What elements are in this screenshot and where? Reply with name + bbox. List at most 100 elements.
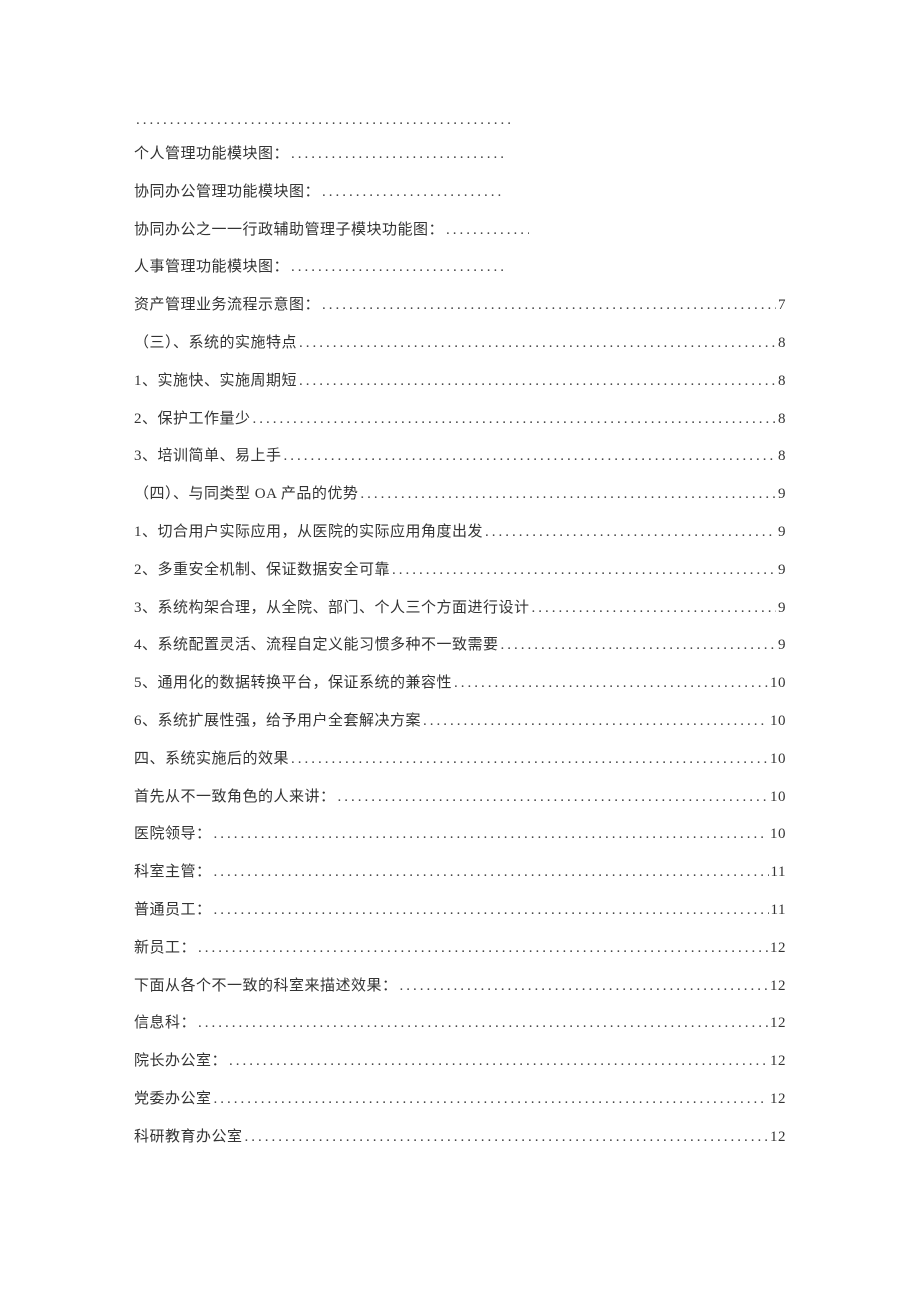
toc-label: 5、通用化的数据转换平台，保证系统的兼容性 (134, 671, 452, 692)
toc-leader-dots (320, 297, 776, 314)
toc-page-number: 12 (768, 1091, 786, 1108)
toc-leader-dots (421, 713, 768, 730)
toc-page-number: 12 (768, 1015, 786, 1032)
toc-entry: （三）、系统的实施特点 8 (134, 331, 786, 369)
toc-page-number: 10 (768, 751, 786, 768)
toc-entry: 5、通用化的数据转换平台，保证系统的兼容性 10 (134, 671, 786, 709)
toc-entry: 四、系统实施后的效果 10 (134, 747, 786, 785)
toc-entry: 2、多重安全机制、保证数据安全可靠 9 (134, 558, 786, 596)
toc-leader-dots (212, 864, 769, 881)
toc-leader-dots (289, 259, 504, 276)
toc-page-number: 8 (776, 335, 786, 352)
toc-label: 1、切合用户实际应用，从医院的实际应用角度出发 (134, 520, 483, 541)
toc-page-number: 9 (776, 562, 786, 579)
toc-label: 下面从各个不一致的科室来描述效果： (134, 974, 398, 995)
toc-leader-dots (212, 826, 768, 843)
toc-label: 个人管理功能模块图： (134, 142, 289, 163)
toc-entry: 科室主管： 11 (134, 860, 786, 898)
toc-leader-dots (452, 675, 768, 692)
toc-label: 协同办公之一一行政辅助管理子模块功能图： (134, 218, 444, 239)
toc-leader-dots (196, 940, 768, 957)
toc-label: （三）、系统的实施特点 (134, 331, 297, 352)
toc-label: 科研教育办公室 (134, 1125, 243, 1146)
toc-page-number: 10 (768, 789, 786, 806)
toc-leader-dots (227, 1053, 768, 1070)
toc-leader-dots (297, 335, 776, 352)
toc-entry: 信息科： 12 (134, 1011, 786, 1049)
toc-page-number: 11 (769, 902, 786, 919)
table-of-contents: 个人管理功能模块图： 协同办公管理功能模块图： 协同办公之一一行政辅助管理子模块功能… (134, 112, 786, 1163)
toc-page-number: 9 (776, 637, 786, 654)
toc-entry (134, 112, 786, 142)
toc-entry: 个人管理功能模块图： (134, 142, 786, 180)
toc-page-number: 9 (776, 524, 786, 541)
toc-label: 科室主管： (134, 860, 212, 881)
toc-leader-dots (212, 1091, 768, 1108)
toc-entry: 资产管理业务流程示意图： 7 (134, 293, 786, 331)
toc-leader-dots (243, 1129, 768, 1146)
toc-label: 协同办公管理功能模块图： (134, 180, 320, 201)
toc-entry: 1、切合用户实际应用，从医院的实际应用角度出发 9 (134, 520, 786, 558)
toc-leader-dots (499, 637, 776, 654)
toc-label: 首先从不一致角色的人来讲： (134, 785, 336, 806)
toc-label: 人事管理功能模块图： (134, 255, 289, 276)
toc-entry: 医院领导： 10 (134, 822, 786, 860)
toc-label: 2、多重安全机制、保证数据安全可靠 (134, 558, 390, 579)
toc-entry: 1、实施快、实施周期短 8 (134, 369, 786, 407)
toc-entry: 下面从各个不一致的科室来描述效果： 12 (134, 974, 786, 1012)
toc-label: （四）、与同类型 OA 产品的优势 (134, 482, 358, 503)
toc-page-number: 8 (776, 448, 786, 465)
toc-entry: 2、保护工作量少 8 (134, 407, 786, 445)
toc-page-number: 7 (776, 297, 786, 314)
toc-label: 1、实施快、实施周期短 (134, 369, 297, 390)
toc-entry: 科研教育办公室 12 (134, 1125, 786, 1163)
toc-label: 新员工： (134, 936, 196, 957)
toc-leader-dots (320, 184, 505, 201)
toc-entry: 普通员工：11 (134, 898, 786, 936)
toc-label: 四、系统实施后的效果 (134, 747, 289, 768)
toc-entry: 协同办公管理功能模块图： (134, 180, 786, 218)
toc-entry: 党委办公室 12 (134, 1087, 786, 1125)
toc-label: 医院领导： (134, 822, 212, 843)
toc-label: 2、保护工作量少 (134, 407, 251, 428)
toc-entry: 4、系统配置灵活、流程自定义能习惯多种不一致需要 9 (134, 633, 786, 671)
toc-page-number: 10 (768, 675, 786, 692)
toc-leader-dots (530, 600, 776, 617)
toc-page-number: 12 (768, 1129, 786, 1146)
toc-leader-dots (390, 562, 776, 579)
toc-label: 3、系统构架合理，从全院、部门、个人三个方面进行设计 (134, 596, 530, 617)
toc-leader-dots (289, 146, 504, 163)
toc-leader-dots (134, 112, 514, 129)
toc-label: 资产管理业务流程示意图： (134, 293, 320, 314)
toc-entry: 院长办公室：12 (134, 1049, 786, 1087)
toc-leader-dots (358, 486, 776, 503)
toc-entry: 3、培训简单、易上手 8 (134, 444, 786, 482)
toc-page-number: 9 (776, 600, 786, 617)
toc-label: 3、培训简单、易上手 (134, 444, 282, 465)
toc-label: 信息科： (134, 1011, 196, 1032)
toc-page-number: 8 (776, 373, 786, 390)
toc-entry: （四）、与同类型 OA 产品的优势 9 (134, 482, 786, 520)
toc-leader-dots (483, 524, 776, 541)
toc-leader-dots (398, 978, 768, 995)
toc-entry: 6、系统扩展性强，给予用户全套解决方案10 (134, 709, 786, 747)
toc-leader-dots (282, 448, 776, 465)
toc-label: 党委办公室 (134, 1087, 212, 1108)
toc-leader-dots (297, 373, 776, 390)
toc-page-number: 8 (776, 411, 786, 428)
toc-entry: 新员工： 12 (134, 936, 786, 974)
toc-leader-dots (196, 1015, 768, 1032)
toc-leader-dots (289, 751, 768, 768)
toc-label: 4、系统配置灵活、流程自定义能习惯多种不一致需要 (134, 633, 499, 654)
toc-leader-dots (336, 789, 768, 806)
toc-leader-dots (212, 902, 769, 919)
toc-page-number: 12 (768, 1053, 786, 1070)
toc-page-number: 12 (768, 940, 786, 957)
toc-page-number: 10 (768, 826, 786, 843)
toc-page-number: 12 (768, 978, 786, 995)
toc-page-number: 11 (769, 864, 786, 881)
toc-entry: 首先从不一致角色的人来讲： 10 (134, 785, 786, 823)
toc-leader-dots (444, 222, 529, 239)
toc-page-number: 9 (776, 486, 786, 503)
toc-entry: 3、系统构架合理，从全院、部门、个人三个方面进行设计 9 (134, 596, 786, 634)
